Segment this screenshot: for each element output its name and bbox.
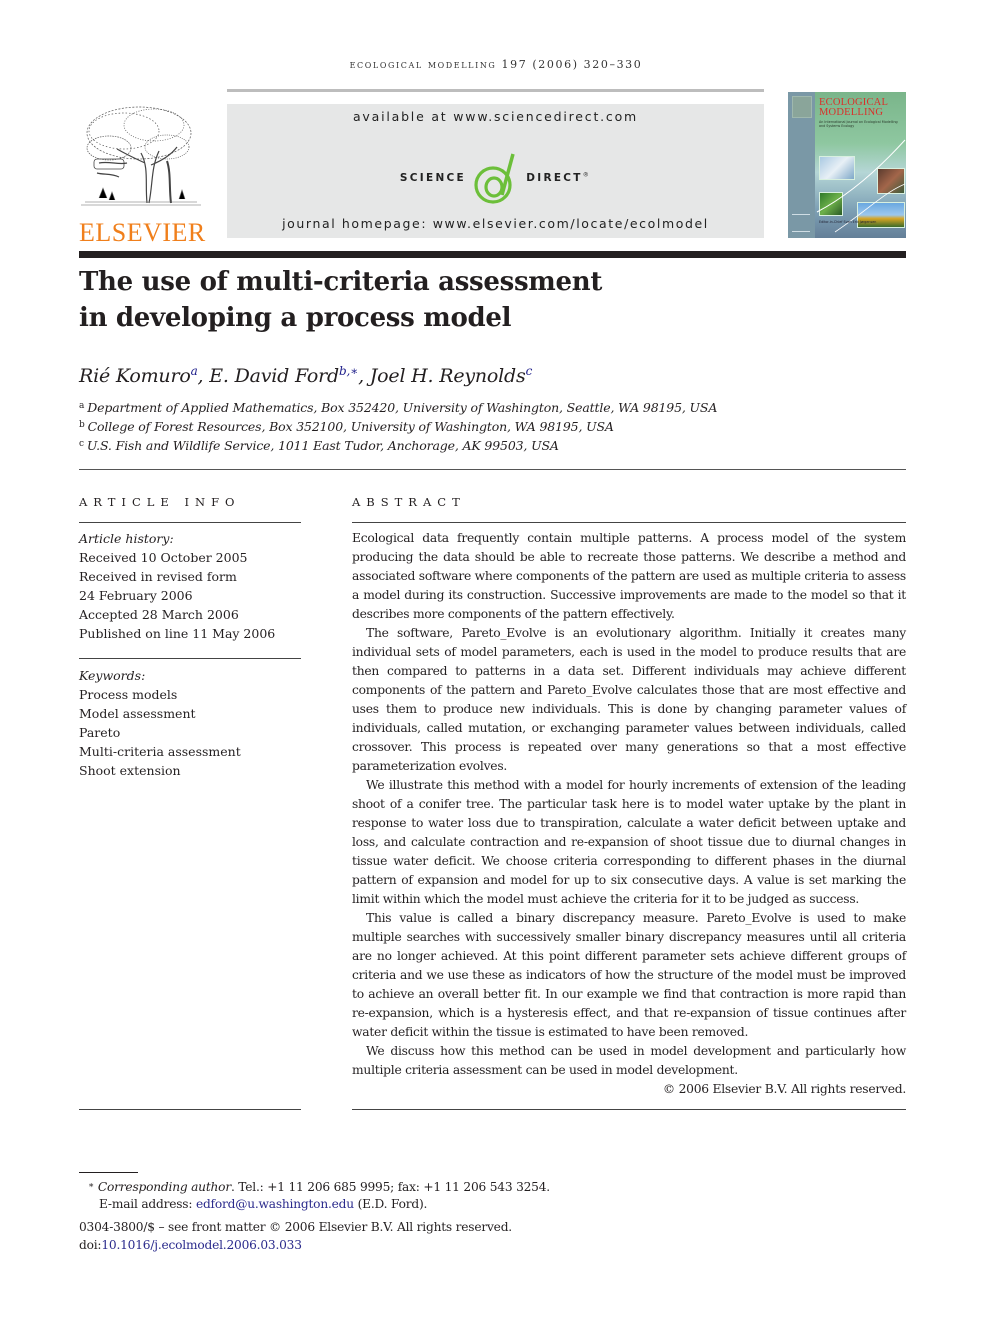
- section-divider: [79, 469, 906, 470]
- publisher-logo[interactable]: ELSEVIER: [79, 103, 206, 247]
- doi-line: doi:10.1016/j.ecolmodel.2006.03.033: [79, 1238, 302, 1252]
- registered-mark: ®: [582, 171, 592, 179]
- abstract-paragraph: We illustrate this method with a model f…: [352, 778, 906, 906]
- sciencedirect-logo[interactable]: SCIENCE DIRECT®: [227, 151, 764, 205]
- cover-subtitle: An International Journal on Ecological M…: [819, 120, 898, 128]
- history-item: 24 February 2006: [79, 588, 193, 603]
- elsevier-wordmark: ELSEVIER: [79, 218, 206, 247]
- affiliation-mark: b: [79, 420, 85, 430]
- masthead-top-rule: [227, 89, 764, 92]
- email-label: E-mail address:: [99, 1197, 196, 1211]
- cover-spine: [788, 92, 815, 238]
- footnote-contact: . Tel.: +1 11 206 685 9995; fax: +1 11 2…: [230, 1180, 550, 1194]
- masthead-thick-rule: [79, 251, 906, 258]
- front-matter-notice: 0304-3800/$ – see front matter © 2006 El…: [79, 1220, 512, 1234]
- author-separator: ,: [197, 365, 210, 387]
- keywords-label: Keywords:: [79, 668, 146, 683]
- keyword-item[interactable]: Process models: [79, 685, 241, 704]
- author-affiliation-mark[interactable]: c: [526, 364, 533, 378]
- cover-title: ECOLOGICAL MODELLING: [819, 97, 888, 118]
- article-history-label: Article history:: [79, 531, 174, 546]
- article-info-bottom-rule: [79, 1109, 301, 1110]
- author-name[interactable]: E. David Ford: [209, 365, 339, 387]
- history-item: Accepted 28 March 2006: [79, 607, 239, 622]
- footnote-rule: [79, 1172, 138, 1173]
- abstract-rule: [352, 522, 906, 523]
- history-item: Received in revised form: [79, 569, 237, 584]
- abstract-heading: ABSTRACT: [352, 495, 466, 509]
- keyword-item[interactable]: Multi-criteria assessment: [79, 742, 241, 761]
- paper-title-line1: The use of multi-criteria assessment: [79, 267, 603, 297]
- article-history: Article history: Received 10 October 200…: [79, 529, 275, 643]
- author-name[interactable]: Joel H. Reynolds: [370, 365, 526, 387]
- journal-homepage-link[interactable]: journal homepage: www.elsevier.com/locat…: [227, 216, 764, 231]
- article-info-rule: [79, 658, 301, 659]
- affiliation-text: Department of Applied Mathematics, Box 3…: [87, 400, 718, 415]
- abstract-body: Ecological data frequently contain multi…: [352, 529, 906, 1099]
- abstract-paragraph: This value is called a binary discrepanc…: [352, 911, 906, 1039]
- elsevier-tree-icon: [81, 106, 201, 206]
- sciencedirect-left-word: SCIENCE: [399, 172, 467, 184]
- abstract-bottom-rule: [352, 1109, 906, 1110]
- affiliation-mark: a: [79, 401, 85, 411]
- cover-isem-logo-icon: [792, 214, 810, 232]
- keyword-item[interactable]: Pareto: [79, 723, 241, 742]
- affiliation: c U.S. Fish and Wildlife Service, 1011 Ea…: [79, 438, 559, 453]
- sciencedirect-right-word: DIRECT: [526, 172, 583, 184]
- journal-cover-thumbnail[interactable]: ECOLOGICAL MODELLING An International Jo…: [788, 92, 906, 238]
- keyword-item[interactable]: Shoot extension: [79, 761, 241, 780]
- abstract-paragraph: Ecological data frequently contain multi…: [352, 531, 906, 621]
- email-footnote: E-mail address: edford@u.washington.edu …: [99, 1197, 427, 1211]
- article-info-heading: ARTICLE INFO: [79, 495, 241, 509]
- affiliation-text: U.S. Fish and Wildlife Service, 1011 Eas…: [86, 438, 559, 453]
- paper-title: The use of multi-criteria assessment in …: [79, 264, 679, 336]
- paper-title-line2: in developing a process model: [79, 303, 512, 333]
- author-separator: ,: [358, 365, 370, 387]
- abstract-paragraph: The software, Pareto_Evolve is an evolut…: [352, 626, 906, 773]
- footnote-mark: ∗: [88, 1181, 94, 1191]
- keyword-item[interactable]: Model assessment: [79, 704, 241, 723]
- email-link[interactable]: edford@u.washington.edu: [196, 1197, 354, 1211]
- cover-editor: Editor-in-Chief Sven Erik Jørgensen: [819, 220, 877, 224]
- history-item: Received 10 October 2005: [79, 550, 248, 565]
- keywords: Keywords: Process models Model assessmen…: [79, 666, 241, 780]
- affiliation: a Department of Applied Mathematics, Box …: [79, 400, 717, 415]
- author-affiliation-mark[interactable]: b,∗: [339, 364, 358, 378]
- journal-banner: available at www.sciencedirect.com SCIEN…: [227, 104, 764, 238]
- affiliation: b College of Forest Resources, Box 352100…: [79, 419, 614, 434]
- email-suffix: (E.D. Ford).: [353, 1197, 428, 1211]
- article-info-rule: [79, 522, 301, 523]
- corresponding-author-footnote: ∗ Corresponding author. Tel.: +1 11 206 6…: [88, 1180, 550, 1194]
- footnote-label: Corresponding author: [97, 1180, 231, 1194]
- author-list: Rié Komuroa, E. David Fordb,∗, Joel H. R…: [79, 364, 532, 387]
- running-header: ecological modelling 197 (2006) 320–330: [349, 58, 643, 71]
- abstract-copyright: © 2006 Elsevier B.V. All rights reserved…: [662, 1082, 906, 1096]
- author-affiliation-mark[interactable]: a: [191, 364, 198, 378]
- author-name[interactable]: Rié Komuro: [79, 365, 191, 387]
- doi-link[interactable]: 10.1016/j.ecolmodel.2006.03.033: [101, 1238, 302, 1252]
- cover-title-line2: MODELLING: [819, 107, 884, 118]
- history-item: Published on line 11 May 2006: [79, 626, 276, 641]
- affiliation-text: College of Forest Resources, Box 352100,…: [87, 419, 614, 434]
- cover-elsevier-emblem-icon: [792, 96, 812, 118]
- doi-label: doi:: [79, 1238, 102, 1252]
- abstract-paragraph: We discuss how this method can be used i…: [352, 1044, 906, 1077]
- available-at-link[interactable]: available at www.sciencedirect.com: [227, 109, 764, 124]
- affiliation-mark: c: [79, 439, 84, 449]
- sciencedirect-at-icon: [474, 153, 515, 204]
